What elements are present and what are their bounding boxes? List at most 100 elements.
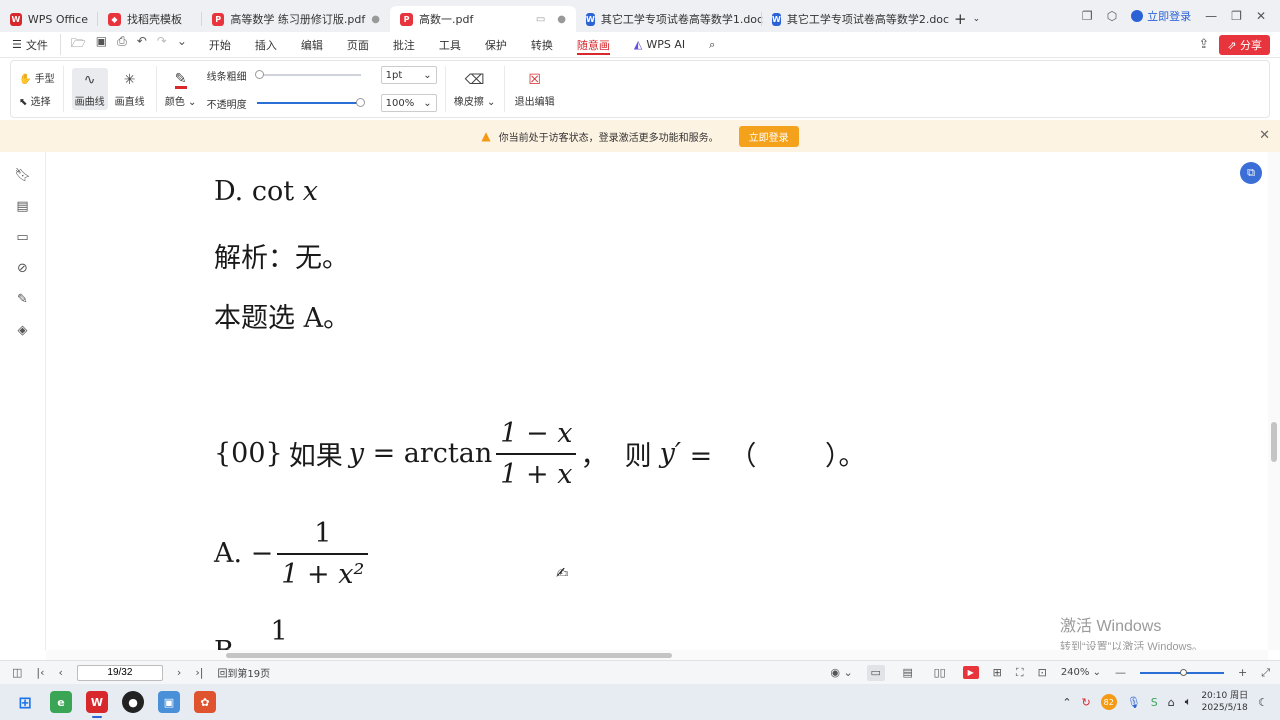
bookmark-icon[interactable]: 🔖︎: [14, 168, 31, 183]
signature-icon[interactable]: ✎: [17, 292, 28, 307]
next-page-icon[interactable]: ›: [177, 666, 181, 679]
pdf-icon: P: [212, 12, 225, 26]
file-menu[interactable]: ☰ 文件: [0, 37, 60, 53]
menu-wps-ai[interactable]: ◭ WPS AI: [622, 32, 697, 58]
menu-annotate[interactable]: 批注: [381, 32, 427, 58]
prev-page-icon[interactable]: ‹: [59, 666, 63, 679]
tab-bar: W WPS Office ◆ 找稻壳模板 P 高等数学 练习册修订版.pdf ●…: [0, 0, 1280, 32]
screen-icon[interactable]: ▭: [536, 14, 545, 25]
opacity-select[interactable]: 100% ⌄: [380, 94, 437, 112]
share-button[interactable]: ⇗ 分享: [1219, 34, 1270, 55]
opacity-slider[interactable]: [256, 98, 365, 107]
select-tool-button[interactable]: ⬉ 选择: [19, 93, 55, 108]
new-tab-button[interactable]: + ⌄: [948, 6, 986, 32]
tab-wps-office[interactable]: W WPS Office: [0, 6, 98, 32]
tab-docer[interactable]: ◆ 找稻壳模板: [98, 6, 202, 32]
moon-icon[interactable]: ☾: [1258, 696, 1268, 709]
search-button[interactable]: ⌕: [697, 32, 727, 58]
close-icon[interactable]: ✕: [1259, 128, 1270, 143]
stamp-icon[interactable]: ⊡: [1038, 666, 1047, 679]
tab-pdf-gaoshu[interactable]: P 高数一.pdf ▭ ●: [390, 6, 576, 32]
thickness-select[interactable]: 1pt ⌄: [380, 66, 437, 84]
comment-icon[interactable]: ▭: [16, 230, 28, 245]
cube-icon[interactable]: ⬡: [1107, 9, 1117, 23]
draw-curve-button[interactable]: ∿ 画曲线: [71, 68, 108, 110]
fullscreen-icon[interactable]: ⤢: [1261, 666, 1270, 680]
chevron-up-icon[interactable]: ⌃: [1062, 696, 1071, 709]
redo-icon[interactable]: ↷: [157, 34, 167, 55]
eraser-button[interactable]: ⌫ 橡皮擦 ⌄: [454, 68, 496, 110]
page-number-input[interactable]: [76, 664, 163, 681]
volume-icon[interactable]: 🔈︎: [1185, 695, 1192, 709]
draw-line-button[interactable]: ✳ 画直线: [112, 68, 148, 110]
horizontal-scrollbar[interactable]: [46, 650, 1268, 660]
notification-badge[interactable]: 82: [1100, 694, 1117, 710]
sidebar-toggle-icon[interactable]: ◫: [12, 666, 22, 679]
hand-tool-button[interactable]: ✋ 手型: [19, 70, 55, 85]
zoom-in-icon[interactable]: +: [1238, 666, 1247, 679]
tab-pdf-workbook[interactable]: P 高等数学 练习册修订版.pdf ●: [202, 6, 390, 32]
network-icon[interactable]: ⌂: [1168, 696, 1175, 709]
single-page-icon[interactable]: ▭: [866, 664, 885, 681]
menu-bar: ☰ 文件 🗁 ▣ ⎙ ↶ ↷ ⌄ 开始 插入 编辑 页面 批注 工具 保护 转换…: [0, 32, 1280, 58]
browser-icon[interactable]: e: [50, 691, 72, 713]
thumbnail-icon[interactable]: ▤: [16, 199, 28, 214]
word-icon: W: [772, 12, 781, 26]
menu-tools[interactable]: 工具: [427, 32, 473, 58]
close-tab-icon[interactable]: ●: [557, 14, 566, 25]
login-link[interactable]: 立即登录: [1131, 8, 1191, 24]
pen-cursor-icon: ✍: [556, 564, 569, 582]
question-line: {00} 如果 y = arctan 1 − x 1 + x ， 则 y′ = …: [214, 418, 866, 490]
zoom-out-icon[interactable]: —: [1115, 666, 1126, 679]
chevron-down-icon[interactable]: ⌄: [177, 34, 187, 55]
recycle-bin-icon[interactable]: ▣: [158, 691, 180, 713]
continuous-icon[interactable]: ▤: [899, 665, 917, 681]
menu-freehand[interactable]: 随意画: [565, 32, 622, 58]
tab-manager-icon[interactable]: ❐: [1082, 9, 1093, 23]
folder-icon[interactable]: 🗁: [71, 34, 86, 55]
two-page-icon[interactable]: ▯▯: [931, 665, 949, 681]
menu-edit[interactable]: 编辑: [289, 32, 335, 58]
sync-icon[interactable]: ↻: [1082, 696, 1091, 709]
menu-protect[interactable]: 保护: [473, 32, 519, 58]
save-icon[interactable]: ▣: [96, 34, 107, 55]
print-icon[interactable]: ⎙: [117, 34, 127, 55]
thickness-slider[interactable]: [254, 70, 361, 79]
zoom-value[interactable]: 240% ⌄: [1061, 667, 1101, 678]
menu-page[interactable]: 页面: [335, 32, 381, 58]
obs-icon[interactable]: ●: [122, 691, 144, 713]
close-tab-icon[interactable]: ●: [371, 14, 380, 25]
vertical-scrollbar[interactable]: [1268, 152, 1280, 650]
wps-taskbar-icon[interactable]: W: [86, 691, 108, 718]
exit-edit-button[interactable]: ☒ 退出编辑: [513, 68, 557, 110]
clock[interactable]: 20:10 周日 2025/5/18: [1201, 690, 1248, 714]
attachment-icon[interactable]: ⊘: [17, 261, 28, 276]
option-a-fraction: 1 1 + x²: [277, 518, 369, 590]
windows-start-icon[interactable]: ⊞: [14, 691, 36, 713]
menu-start[interactable]: 开始: [197, 32, 243, 58]
last-page-icon[interactable]: ›|: [195, 666, 203, 679]
menu-convert[interactable]: 转换: [519, 32, 565, 58]
back-to-page-link[interactable]: 回到第19页: [217, 665, 270, 680]
close-icon[interactable]: ✕: [1256, 9, 1266, 23]
tab-doc-2[interactable]: W 其它工学专项试卷高等数学2.doc: [762, 6, 949, 32]
notice-login-button[interactable]: 立即登录: [738, 125, 799, 147]
play-icon[interactable]: ▶: [962, 666, 979, 679]
layers-icon[interactable]: ◈: [18, 323, 28, 338]
first-page-icon[interactable]: |‹: [36, 666, 44, 679]
menu-insert[interactable]: 插入: [243, 32, 289, 58]
undo-icon[interactable]: ↶: [137, 34, 147, 55]
fit-page-icon[interactable]: ⛶: [1016, 666, 1024, 680]
float-tool-icon[interactable]: ⧉: [1240, 162, 1262, 184]
fit-width-icon[interactable]: ⊞: [993, 666, 1002, 679]
app-tray-icon[interactable]: S: [1151, 696, 1158, 709]
tab-doc-1[interactable]: W 其它工学专项试卷高等数学1.doc: [576, 6, 763, 32]
app-grid-icon[interactable]: ✿: [194, 691, 216, 713]
mic-icon[interactable]: 🎙︎: [1127, 696, 1141, 709]
color-button[interactable]: ✎ 颜色 ⌄: [165, 68, 197, 110]
restore-icon[interactable]: ❐: [1231, 9, 1242, 23]
minimize-icon[interactable]: —: [1205, 9, 1217, 23]
cloud-upload-icon[interactable]: ⇪: [1198, 37, 1209, 52]
zoom-slider[interactable]: [1139, 668, 1224, 676]
eye-icon[interactable]: ◉ ⌄: [830, 666, 852, 679]
